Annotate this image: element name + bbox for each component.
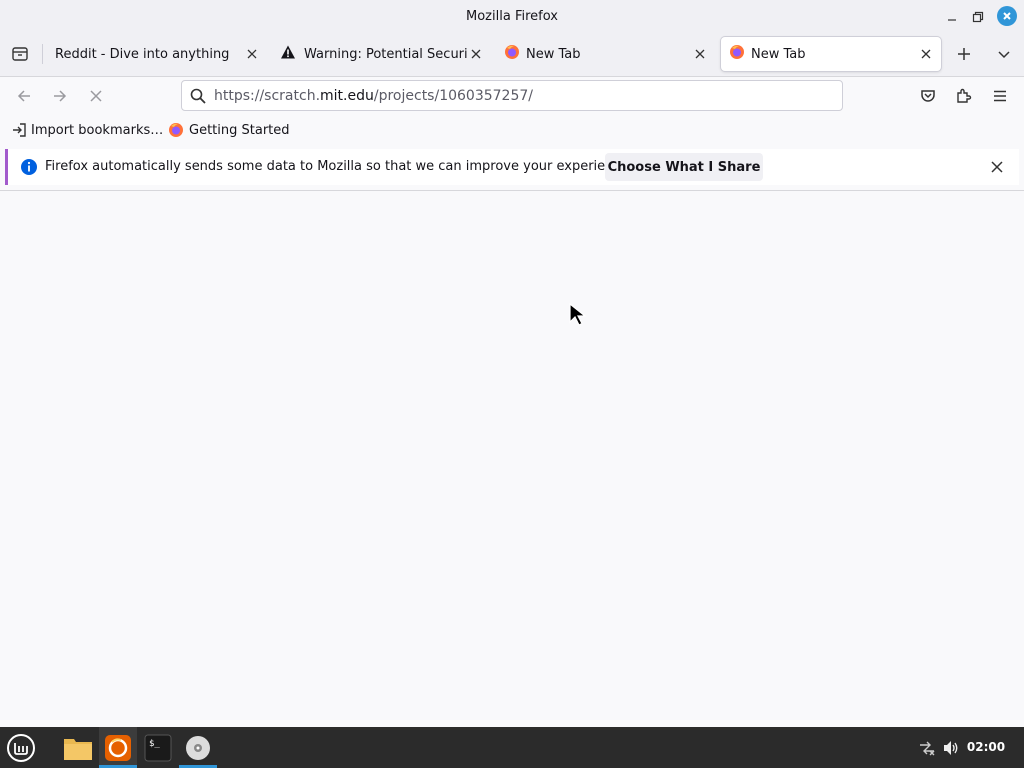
terminal-icon: $_	[144, 734, 172, 762]
close-icon	[471, 49, 481, 59]
hamburger-menu-icon	[994, 90, 1006, 102]
stop-loading-button[interactable]	[82, 82, 110, 110]
files-icon	[64, 739, 92, 760]
restore-icon	[972, 11, 984, 23]
bookmark-import[interactable]: Import bookmarks…	[11, 119, 163, 141]
tab-reddit[interactable]: Reddit - Dive into anything	[48, 37, 268, 71]
close-icon	[991, 161, 1003, 173]
url-prefix: https://scratch.	[214, 87, 321, 104]
tab-label: New Tab	[526, 46, 581, 62]
tab-separator	[42, 44, 43, 64]
bookmark-label: Getting Started	[189, 122, 290, 138]
volume-icon	[944, 741, 958, 755]
close-icon	[1003, 12, 1011, 20]
start-menu-button[interactable]	[4, 731, 38, 765]
tab-close-button[interactable]	[918, 46, 934, 62]
url-text[interactable]: https://scratch.mit.edu/projects/1060357…	[214, 88, 533, 104]
page-content	[0, 191, 1024, 727]
tab-label: Warning: Potential Security	[304, 46, 468, 62]
puzzle-icon	[957, 88, 972, 103]
tab-close-button[interactable]	[244, 46, 260, 62]
tab-new-tab[interactable]: New Tab	[496, 37, 716, 71]
tab-close-button[interactable]	[692, 46, 708, 62]
firefox-icon	[729, 44, 751, 64]
tab-security-warning[interactable]: Warning: Potential Security	[272, 37, 492, 71]
taskbar-clock[interactable]: 02:00	[960, 727, 1012, 768]
close-icon	[695, 49, 705, 59]
close-icon	[921, 49, 931, 59]
tab-label: New Tab	[751, 46, 806, 62]
firefox-icon	[168, 122, 189, 138]
firefox-view-button[interactable]	[6, 40, 34, 68]
chevron-down-icon	[998, 51, 1010, 59]
url-path: /projects/1060357257/	[373, 87, 533, 104]
minimize-button[interactable]	[941, 6, 963, 28]
terminal-taskbar-button[interactable]: $_	[141, 731, 175, 765]
choose-what-i-share-button[interactable]: Choose What I Share	[605, 153, 763, 181]
close-window-button[interactable]	[997, 6, 1017, 26]
pocket-icon	[921, 90, 935, 102]
menu-icon	[7, 734, 35, 762]
forward-button[interactable]	[46, 82, 74, 110]
window-title: Mozilla Firefox	[466, 9, 558, 24]
close-icon	[247, 49, 257, 59]
firefox-view-icon	[12, 47, 28, 61]
info-icon	[20, 158, 38, 176]
files-taskbar-button[interactable]	[61, 731, 95, 765]
mouse-cursor-icon	[568, 302, 588, 332]
notification-message: Firefox automatically sends some data to…	[45, 159, 633, 174]
svg-text:$_: $_	[149, 739, 160, 749]
back-arrow-icon	[17, 90, 30, 102]
url-bar[interactable]: https://scratch.mit.edu/projects/1060357…	[181, 80, 843, 111]
tab-close-button[interactable]	[468, 46, 484, 62]
back-button[interactable]	[10, 82, 38, 110]
url-host: mit.edu	[320, 87, 374, 104]
plus-icon	[958, 48, 970, 60]
pocket-button[interactable]	[914, 82, 942, 110]
disc-taskbar-button[interactable]	[181, 731, 215, 765]
tab-new-tab-active[interactable]: New Tab	[721, 37, 941, 71]
firefox-taskbar-button[interactable]	[101, 731, 135, 765]
stop-icon	[90, 90, 102, 102]
maximize-button[interactable]	[967, 6, 989, 28]
disc-icon	[186, 736, 210, 760]
minimize-icon	[948, 19, 956, 21]
list-all-tabs-button[interactable]	[990, 40, 1018, 68]
new-tab-button[interactable]	[950, 40, 978, 68]
extensions-button[interactable]	[950, 82, 978, 110]
search-icon	[190, 88, 206, 104]
firefox-icon	[504, 44, 526, 64]
warning-icon	[280, 44, 304, 64]
bookmark-getting-started[interactable]: Getting Started	[168, 119, 290, 141]
import-icon	[11, 122, 31, 138]
tab-label: Reddit - Dive into anything	[55, 46, 230, 62]
firefox-icon	[105, 735, 131, 761]
forward-arrow-icon	[54, 90, 67, 102]
app-menu-button[interactable]	[986, 82, 1014, 110]
bookmark-label: Import bookmarks…	[31, 122, 164, 138]
dismiss-notification-button[interactable]	[983, 153, 1011, 181]
